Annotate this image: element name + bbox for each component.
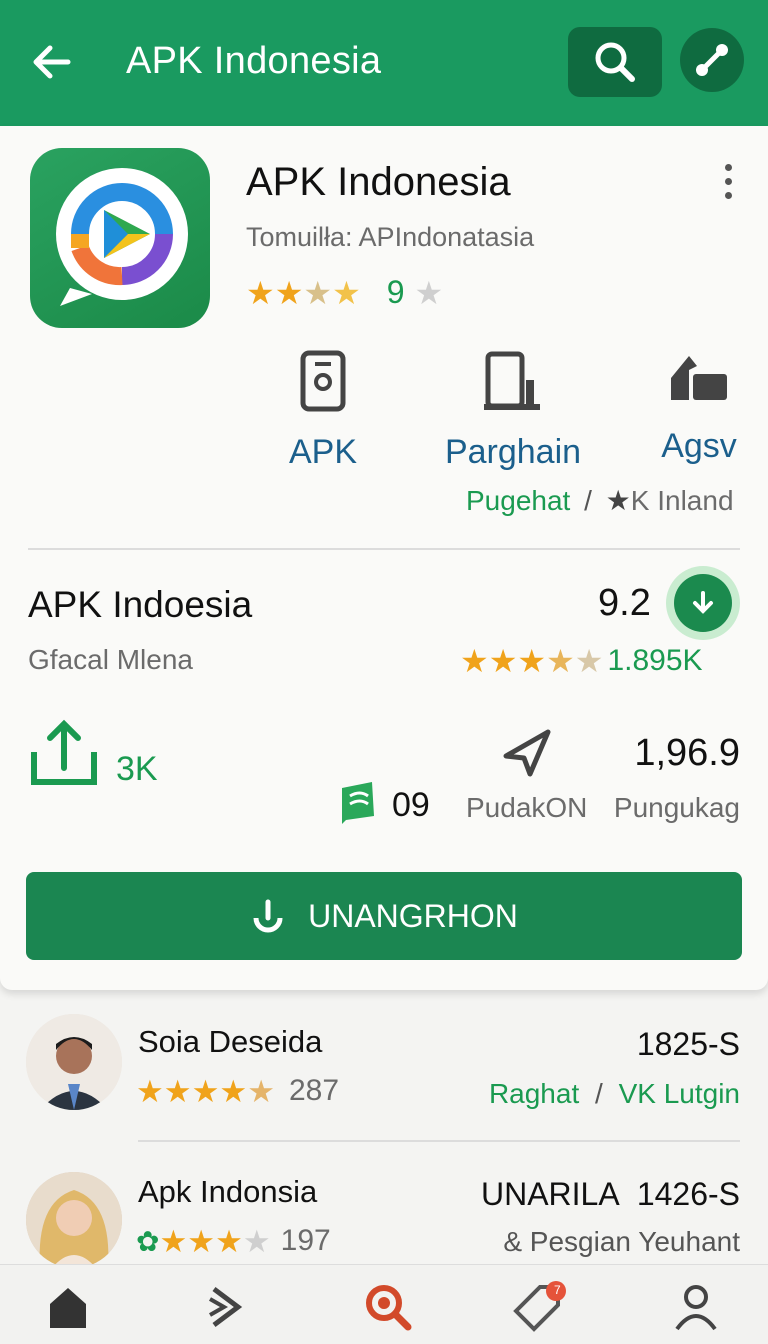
feature-label: Parghain (444, 433, 582, 471)
feature-label: APK (288, 433, 358, 471)
install-button[interactable]: UNANGRHON (26, 872, 742, 960)
app-bar: APK Indonesia (0, 0, 768, 126)
verified-icon: ✿ (136, 1225, 160, 1257)
detail-subtitle: Gfacal Mlena (28, 644, 193, 675)
review-rating: ★ ★ ★ ★ ★ 287 (136, 1074, 339, 1108)
app-rating: ★ ★ ★ ★ 9 ★ (246, 274, 443, 311)
star-icon: ★ (136, 1073, 164, 1109)
feature-parghain[interactable]: Parghain (438, 350, 588, 472)
review-value: UNARILA 1426-S (480, 1176, 740, 1212)
stat-label-1: PudakON (466, 792, 588, 823)
hand-icon (671, 356, 727, 400)
send-icon[interactable] (500, 726, 554, 785)
app-subtitle: Tomuilła: APIndonatasia (246, 222, 535, 252)
stat-label-2: Pungukag (613, 792, 740, 823)
star-icon: ★ (191, 1073, 220, 1109)
download-icon (253, 899, 283, 933)
star-icon: ★ (274, 274, 304, 311)
review-rating: ✿ ★ ★ ★ ★ 197 (136, 1224, 331, 1258)
app-name: APK Indonesia (246, 160, 511, 204)
download-badge[interactable] (666, 566, 740, 640)
star-icon: ★ (303, 274, 333, 311)
app-bar-title: APK Indonesia (126, 40, 382, 82)
app-logo (30, 148, 210, 328)
bottom-navigation: 7 (0, 1264, 768, 1344)
star-icon: ★ (605, 485, 631, 516)
star-icon: ★ (163, 1073, 192, 1109)
share-count: 3K (116, 750, 158, 788)
home-icon[interactable] (38, 1279, 98, 1335)
divider (138, 1140, 740, 1142)
install-label: UNANGRHON (308, 897, 518, 934)
search-icon[interactable] (358, 1279, 418, 1335)
avatar (26, 1014, 122, 1110)
star-icon: ★ (246, 274, 275, 311)
back-arrow-icon[interactable] (28, 38, 76, 86)
search-button[interactable] (568, 27, 662, 97)
badge-icon (338, 780, 378, 829)
star-icon: ★ (242, 1223, 271, 1259)
star-icon: ★ (332, 274, 361, 311)
star-icon: ★ (414, 274, 444, 311)
share-icon (696, 44, 728, 76)
rating-count: 9 (386, 274, 405, 310)
detail-rating: ★ ★ ★ ★ ★ 1.895K (460, 644, 703, 678)
review-item[interactable]: Soia Deseida ★ ★ ★ ★ ★ 287 1825-S Raghat… (0, 1010, 768, 1130)
feature-agsv[interactable]: Agsv (624, 350, 768, 466)
review-sub: & Pesgian Yeuhant (503, 1226, 740, 1257)
avatar (26, 1172, 122, 1268)
detail-title: APK Indoesia (28, 584, 253, 625)
share-button[interactable] (680, 28, 744, 92)
phone-icon (300, 350, 346, 412)
review-count: 1.895K (607, 644, 703, 677)
star-icon: ★ (460, 643, 489, 679)
feature-label: Agsv (661, 427, 737, 465)
star-icon: ★ (574, 643, 604, 679)
star-icon: ★ (517, 643, 547, 679)
share-count-group[interactable] (28, 716, 100, 793)
upload-icon (31, 719, 97, 785)
star-icon: ★ (546, 643, 575, 679)
review-value: 1825-S (636, 1026, 740, 1062)
review-sub: Raghat / VK Lutgin (488, 1078, 740, 1109)
divider (28, 548, 740, 550)
review-count: 287 (288, 1074, 340, 1107)
score-value: 9.2 (598, 582, 651, 624)
star-icon: ★ (219, 1073, 248, 1109)
badge-count: 09 (392, 786, 430, 824)
forward-icon[interactable] (196, 1279, 256, 1335)
tag-icon[interactable]: 7 (508, 1279, 568, 1335)
device-icon (484, 351, 540, 410)
nav-badge: 7 (554, 1283, 561, 1297)
star-icon: ★ (488, 643, 518, 679)
star-icon: ★ (215, 1223, 243, 1259)
reviewer-name: Soia Deseida (138, 1024, 323, 1059)
reviewer-name: Apk Indonsia (138, 1174, 318, 1209)
search-icon (595, 42, 635, 82)
download-icon (693, 591, 713, 614)
star-icon: ★ (247, 1073, 275, 1109)
star-icon: ★ (159, 1223, 188, 1259)
feature-apk[interactable]: APK (248, 350, 398, 472)
star-icon: ★ (187, 1223, 216, 1259)
stat-value: 1,96.9 (634, 732, 740, 774)
more-options-icon[interactable] (716, 164, 740, 204)
profile-icon[interactable] (666, 1279, 726, 1335)
feature-subtitle: Pugehat / ★K Inland (466, 485, 734, 516)
review-count: 197 (280, 1224, 331, 1257)
